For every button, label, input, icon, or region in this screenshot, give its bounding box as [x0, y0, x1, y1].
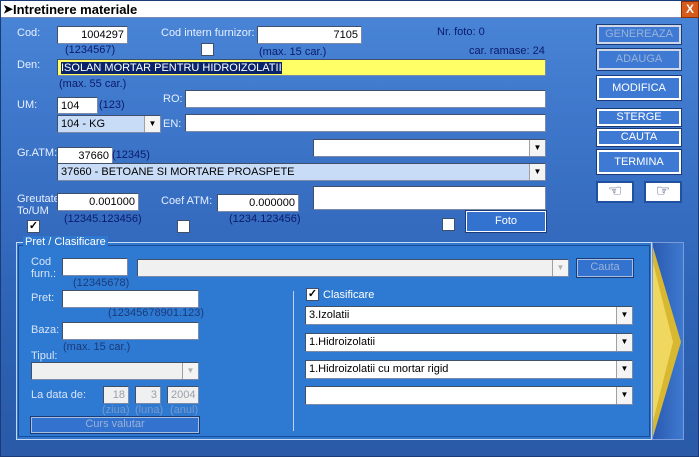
gratm-hint: (12345)	[112, 149, 150, 161]
cod-furn-hint: (12345678)	[73, 277, 130, 289]
month-hint: (luna)	[135, 404, 164, 416]
greutate-label-2: To/UM	[17, 205, 49, 217]
coef-input[interactable]: 0.000000	[217, 194, 299, 212]
pret-hint: (12345678901.123)	[108, 307, 205, 319]
main-window: ➤ Intretinere materiale X Cod: 1004297 (…	[0, 0, 699, 457]
gratm-select[interactable]: 37660 - BETOANE SI MORTARE PROASPETE ▼	[57, 163, 546, 181]
curs-valutar-button[interactable]: Curs valutar	[30, 416, 200, 434]
sterge-button[interactable]: STERGE	[596, 108, 682, 127]
termina-button[interactable]: TERMINA	[596, 149, 682, 175]
tipul-select[interactable]: ▼	[31, 362, 199, 380]
chevron-down-icon[interactable]: ▼	[529, 164, 545, 180]
la-data-label: La data de:	[31, 389, 87, 401]
gratm-top-select[interactable]: ▼	[313, 139, 546, 157]
furnizor-select[interactable]: ▼	[137, 259, 569, 277]
month-input[interactable]: 3	[135, 386, 161, 404]
cod-hint: (1234567)	[65, 44, 116, 56]
chevron-down-icon[interactable]: ▼	[616, 307, 632, 324]
den-selected-text: ISOLAN MORTAR PENTRU HIDROIZOLATII	[61, 62, 282, 74]
tipul-label: Tipul:	[31, 350, 58, 362]
pret-input[interactable]	[62, 290, 199, 308]
cod-furn-label-2: furn.:	[31, 268, 57, 280]
chevron-down-icon[interactable]: ▼	[616, 334, 632, 351]
clasificare-level4-select[interactable]: ▼	[305, 386, 633, 405]
year-input[interactable]: 2004	[167, 386, 199, 404]
cod-label: Cod:	[17, 27, 41, 39]
den-hint: (max. 55 car.)	[59, 78, 127, 90]
car-ramase-text: car. ramase: 24	[469, 45, 545, 57]
title-bar: ➤ Intretinere materiale X	[1, 1, 699, 18]
cod-intern-checkbox[interactable]	[201, 43, 214, 56]
den-input[interactable]: ISOLAN MORTAR PENTRU HIDROIZOLATII	[57, 59, 546, 76]
um-hint: (123)	[99, 99, 125, 111]
modifica-button[interactable]: MODIFICA	[596, 75, 682, 101]
title-arrow-icon: ➤	[3, 2, 14, 16]
cauta-furnizor-button[interactable]: Cauta	[576, 258, 634, 278]
greutate-checkbox[interactable]: ✓	[27, 220, 40, 233]
en-input[interactable]	[185, 114, 546, 132]
greutate-hint: (12345.123456)	[64, 213, 142, 225]
gratm-input[interactable]: 37660	[57, 147, 113, 164]
close-button[interactable]: X	[681, 1, 699, 18]
cod-furn-label-1: Cod	[31, 256, 52, 268]
nr-foto-text: Nr. foto: 0	[437, 26, 485, 38]
coef-checkbox[interactable]	[177, 220, 190, 233]
day-input[interactable]: 18	[103, 386, 129, 404]
next-arrow-highlight	[653, 263, 673, 421]
pret-clasificare-legend: Pret / Clasificare	[23, 236, 108, 249]
clasificare-level2-value: 1.Hidroizolatii	[309, 336, 376, 348]
day-hint: (ziua)	[102, 404, 130, 416]
year-hint: (anul)	[170, 404, 199, 416]
ro-label: RO:	[163, 93, 183, 105]
um-select-value: 104 - KG	[61, 118, 106, 130]
adauga-button[interactable]: ADAUGA	[596, 48, 682, 71]
chevron-down-icon[interactable]: ▼	[144, 116, 160, 132]
foto-checkbox[interactable]	[442, 218, 455, 231]
um-select[interactable]: 104 - KG ▼	[57, 115, 161, 133]
baza-input[interactable]	[62, 322, 199, 340]
clasificare-label: Clasificare	[323, 289, 375, 301]
baza-hint: (max. 15 car.)	[63, 341, 131, 353]
clasificare-level2-select[interactable]: 1.Hidroizolatii ▼	[305, 333, 633, 352]
clasificare-checkbox[interactable]: ✓	[306, 288, 319, 301]
cod-intern-label: Cod intern furnizor:	[161, 27, 255, 39]
chevron-down-icon[interactable]: ▼	[529, 140, 545, 156]
cauta-button[interactable]: CAUTA	[596, 128, 682, 147]
gratm-select-value: 37660 - BETOANE SI MORTARE PROASPETE	[61, 166, 295, 178]
chevron-down-icon[interactable]: ▼	[616, 387, 632, 404]
foto-path-input[interactable]	[313, 186, 546, 210]
coef-hint: (1234.123456)	[229, 213, 301, 225]
en-label: EN:	[163, 118, 182, 130]
um-input[interactable]: 104	[57, 97, 98, 114]
foto-button[interactable]: Foto	[465, 210, 547, 233]
gratm-label: Gr.ATM:	[17, 147, 58, 159]
um-label: UM:	[17, 99, 38, 111]
cod-furn-input[interactable]	[62, 258, 128, 276]
section-divider	[293, 291, 294, 431]
baza-label: Baza:	[31, 324, 60, 336]
clasificare-level3-select[interactable]: 1.Hidroizolatii cu mortar rigid ▼	[305, 360, 633, 379]
greutate-input[interactable]: 0.001000	[57, 193, 139, 211]
clasificare-level1-value: 3.Izolatii	[309, 309, 350, 321]
cod-input[interactable]: 1004297	[57, 26, 128, 44]
clasificare-level3-value: 1.Hidroizolatii cu mortar rigid	[309, 363, 449, 375]
chevron-down-icon[interactable]: ▼	[552, 260, 568, 276]
cod-intern-hint: (max. 15 car.)	[259, 46, 327, 58]
cod-intern-input[interactable]: 7105	[257, 26, 362, 44]
pret-label: Pret:	[31, 292, 55, 304]
coef-label: Coef ATM:	[161, 195, 213, 207]
den-label: Den:	[17, 59, 41, 71]
chevron-down-icon[interactable]: ▼	[182, 363, 198, 379]
window-title: Intretinere materiale	[13, 2, 138, 17]
chevron-down-icon[interactable]: ▼	[616, 361, 632, 378]
hand-left-icon[interactable]: ☜	[596, 181, 634, 203]
clasificare-level1-select[interactable]: 3.Izolatii ▼	[305, 306, 633, 325]
ro-input[interactable]	[185, 90, 546, 108]
hand-right-icon[interactable]: ☞	[644, 181, 682, 203]
genereaza-button[interactable]: GENEREAZA	[596, 24, 682, 45]
